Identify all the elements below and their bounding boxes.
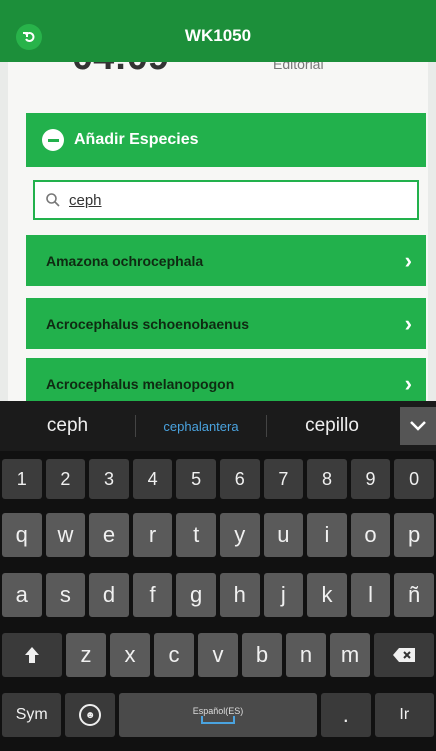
space-language-label: Español(ES)	[192, 706, 244, 716]
sym-key[interactable]: Sym	[2, 693, 62, 737]
key[interactable]: v	[198, 633, 238, 677]
search-box[interactable]	[33, 180, 419, 220]
result-item[interactable]: Acrocephalus melanopogon ›	[26, 358, 426, 401]
key[interactable]: u	[263, 513, 304, 557]
main-content[interactable]: 04:09 Editorial Añadir Especies Amazona …	[8, 62, 428, 401]
key[interactable]: 5	[176, 459, 216, 499]
enter-key[interactable]: Ir	[374, 693, 434, 737]
key[interactable]: n	[286, 633, 326, 677]
emoji-icon: ☻	[79, 704, 102, 726]
key[interactable]: p	[394, 513, 434, 557]
space-key[interactable]: Español(ES)	[118, 693, 318, 737]
key[interactable]: c	[154, 633, 194, 677]
chevron-right-icon: ›	[404, 247, 412, 273]
key[interactable]: z	[66, 633, 106, 677]
letter-row-2: a s d f g h j k l ñ	[0, 573, 436, 617]
result-label: Acrocephalus melanopogon	[46, 375, 235, 392]
search-icon	[46, 193, 60, 207]
chevron-down-icon	[410, 421, 426, 431]
letter-row-3: z x c v b n m	[0, 633, 436, 677]
collapse-keyboard-button[interactable]	[400, 407, 436, 445]
key[interactable]: x	[110, 633, 150, 677]
number-row: 1 2 3 4 5 6 7 8 9 0	[0, 459, 436, 499]
result-item[interactable]: Acrocephalus schoenobaenus ›	[26, 298, 426, 349]
key[interactable]: e	[89, 513, 129, 557]
backspace-icon	[393, 648, 415, 662]
key[interactable]: ñ	[394, 573, 434, 617]
key[interactable]: 7	[263, 459, 304, 499]
key[interactable]: r	[132, 513, 173, 557]
key[interactable]: 9	[350, 459, 391, 499]
minus-icon	[42, 129, 64, 151]
key[interactable]: i	[307, 513, 347, 557]
bottom-row: Sym ☻ Español(ES) . Ir	[0, 693, 436, 737]
section-title: Añadir Especies	[74, 131, 199, 148]
key[interactable]: 4	[132, 459, 173, 499]
key[interactable]: 6	[219, 459, 260, 499]
key[interactable]: d	[89, 573, 129, 617]
key[interactable]: k	[307, 573, 347, 617]
suggestion-2[interactable]: cephalantera	[136, 419, 266, 434]
emoji-key[interactable]: ☻	[65, 693, 115, 737]
search-input[interactable]	[69, 191, 369, 209]
result-label: Amazona ochrocephala	[46, 252, 204, 269]
space-icon	[201, 716, 235, 724]
keyboard: ceph cephalantera cepillo 1 2 3 4 5 6 7 …	[0, 401, 436, 751]
key[interactable]: a	[2, 573, 42, 617]
key[interactable]: b	[242, 633, 282, 677]
key[interactable]: w	[45, 513, 86, 557]
key[interactable]: f	[132, 573, 173, 617]
key[interactable]: l	[350, 573, 391, 617]
page-title: WK1050	[184, 26, 252, 45]
key[interactable]: s	[45, 573, 86, 617]
period-key[interactable]: .	[321, 693, 371, 737]
add-species-header[interactable]: Añadir Especies	[26, 113, 426, 167]
chevron-right-icon: ›	[404, 370, 412, 396]
result-item[interactable]: Amazona ochrocephala ›	[26, 235, 426, 286]
shift-key[interactable]	[2, 633, 62, 677]
backspace-key[interactable]	[374, 633, 434, 677]
letter-row-1: q w e r t y u i o p	[0, 513, 436, 557]
key[interactable]: 1	[2, 459, 42, 499]
chevron-right-icon: ›	[404, 310, 412, 336]
suggestion-1[interactable]: ceph	[0, 415, 135, 437]
result-label: Acrocephalus schoenobaenus	[46, 315, 250, 332]
partial-time: 04:09	[72, 62, 169, 79]
key[interactable]: j	[263, 573, 304, 617]
top-bar: WK1050	[0, 0, 436, 62]
key[interactable]: g	[176, 573, 216, 617]
key[interactable]: 3	[89, 459, 129, 499]
key[interactable]: 0	[394, 459, 434, 499]
partial-text: Editorial	[273, 62, 324, 72]
key[interactable]: m	[330, 633, 370, 677]
suggestion-3[interactable]: cepillo	[267, 415, 397, 437]
key[interactable]: o	[350, 513, 391, 557]
key[interactable]: t	[176, 513, 216, 557]
shift-arrow-icon	[25, 647, 39, 663]
suggestion-bar: ceph cephalantera cepillo	[0, 401, 436, 451]
key[interactable]: q	[2, 513, 42, 557]
key[interactable]: y	[219, 513, 260, 557]
key[interactable]: h	[219, 573, 260, 617]
key[interactable]: 8	[307, 459, 347, 499]
key[interactable]: 2	[45, 459, 86, 499]
